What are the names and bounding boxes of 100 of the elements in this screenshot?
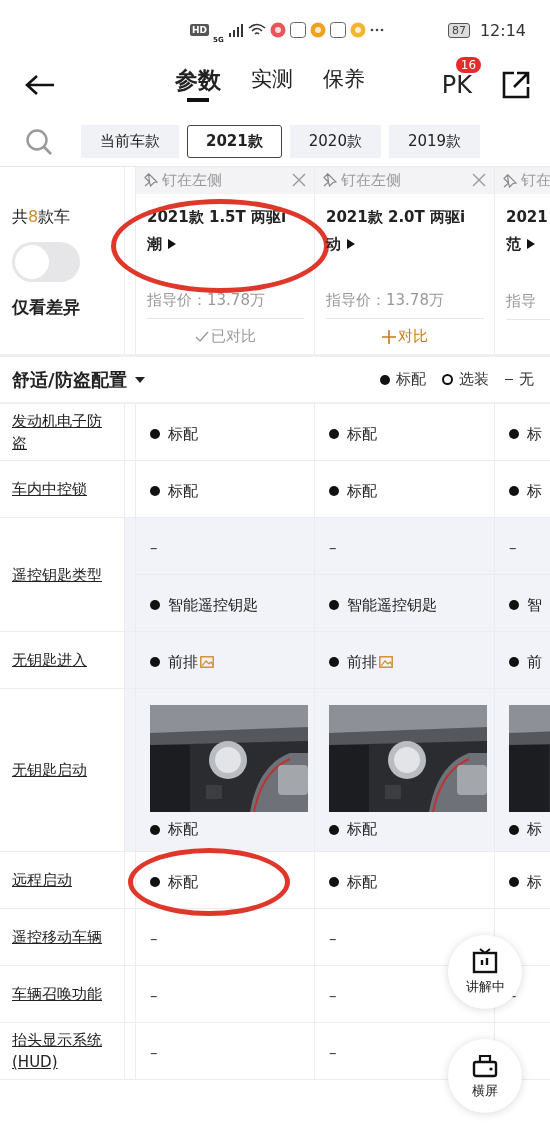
feature-link[interactable]: 发动机电子防盗 — [12, 410, 114, 454]
play-triangle-icon — [168, 238, 176, 249]
cell-text: 前 — [527, 652, 542, 672]
guide-price: 指导价：13.78万 — [147, 291, 304, 319]
guide-price: 指导 — [506, 292, 550, 320]
signal-icon — [227, 23, 244, 37]
filled-dot-icon — [509, 486, 519, 496]
filled-dot-icon — [509, 429, 519, 439]
feature-link[interactable]: 无钥匙进入 — [12, 649, 87, 671]
cell-text: 标配 — [168, 872, 198, 892]
filled-dot-icon — [380, 374, 390, 385]
cell-text: 智 — [527, 595, 542, 615]
feature-link[interactable]: 车内中控锁 — [12, 478, 87, 500]
year-tab[interactable]: 2020款 — [289, 125, 381, 158]
cell-text: 标配 — [168, 820, 198, 839]
filled-dot-icon — [509, 877, 519, 887]
cell-text: – — [329, 930, 337, 948]
cell-text: 标 — [527, 424, 542, 444]
pk-button[interactable]: PK — [441, 71, 472, 99]
year-tab[interactable]: 2019款 — [388, 125, 481, 158]
guide-price: 指导价：13.78万 — [326, 291, 484, 319]
close-icon[interactable] — [472, 173, 486, 188]
year-tab[interactable]: 当前车款 — [81, 125, 179, 158]
filled-dot-icon — [150, 877, 160, 887]
filled-dot-icon — [509, 657, 519, 667]
floating-button[interactable]: 横屏 — [448, 1039, 522, 1113]
year-tab[interactable]: 2021款 — [187, 125, 282, 158]
pin-icon — [144, 173, 158, 188]
battery-indicator: 87 — [447, 22, 470, 38]
filled-dot-icon — [329, 600, 339, 610]
pin-icon — [323, 173, 337, 188]
cell-text: – — [150, 1044, 158, 1062]
hollow-dot-icon — [442, 374, 453, 385]
tab[interactable]: 实测 — [251, 64, 293, 102]
car-count: 共8款车 — [12, 207, 72, 228]
section-title[interactable]: 舒适/防盗配置 — [12, 367, 145, 392]
search-icon[interactable] — [25, 127, 53, 156]
count-badge: 16 — [455, 57, 482, 73]
close-icon[interactable] — [292, 173, 306, 188]
cell-text: 智能遥控钥匙 — [168, 595, 258, 615]
app-icon — [349, 22, 366, 38]
filled-dot-icon — [509, 824, 519, 835]
filled-dot-icon — [329, 824, 339, 835]
cell-text: – — [329, 1044, 337, 1062]
filled-dot-icon — [150, 486, 160, 496]
cell-text: 标配 — [347, 481, 377, 501]
cell-text: 智能遥控钥匙 — [347, 595, 437, 615]
cell-text: 标配 — [347, 872, 377, 892]
cell-text: – — [509, 539, 517, 557]
filled-dot-icon — [329, 486, 339, 496]
image-icon[interactable] — [379, 656, 393, 668]
rotate-screen-icon — [472, 1052, 498, 1078]
check-icon — [195, 330, 209, 343]
hd-badge: HD — [190, 24, 209, 36]
feature-link[interactable]: 远程启动 — [12, 869, 72, 891]
cell-text: – — [150, 987, 158, 1005]
cell-text: 前排 — [168, 652, 198, 672]
filled-dot-icon — [329, 657, 339, 667]
feature-link[interactable]: 遥控钥匙类型 — [12, 563, 102, 586]
cell-text: 标配 — [168, 424, 198, 444]
filled-dot-icon — [150, 429, 160, 439]
cell-text: 标配 — [347, 820, 377, 839]
wifi-icon — [247, 23, 266, 37]
cell-text: 标 — [527, 481, 542, 501]
feature-link[interactable]: 车辆召唤功能 — [12, 983, 102, 1005]
cell-text: – — [150, 930, 158, 948]
filled-dot-icon — [150, 657, 160, 667]
back-arrow-icon[interactable] — [25, 74, 55, 96]
dash-icon — [505, 378, 513, 381]
feature-link[interactable]: 抬头显示系统(HUD) — [12, 1029, 114, 1073]
cell-text: 标 — [527, 820, 542, 839]
cell-text: 前排 — [347, 652, 377, 672]
pin-icon — [503, 173, 517, 188]
image-icon[interactable] — [200, 656, 214, 668]
app-icon — [309, 22, 326, 38]
cell-text: – — [329, 987, 337, 1005]
tv-icon — [472, 948, 498, 974]
toggle-switch[interactable] — [12, 242, 80, 282]
caret-icon — [134, 376, 145, 383]
share-icon[interactable] — [502, 71, 530, 99]
play-triangle-icon — [527, 239, 535, 249]
cell-text: 标配 — [347, 424, 377, 444]
cell-text: – — [150, 539, 158, 557]
car-title[interactable]: 2021 范 — [506, 204, 550, 274]
cell-text: 标配 — [168, 481, 198, 501]
legend-label: 标配 — [396, 370, 426, 389]
app-icon — [289, 22, 306, 38]
tab[interactable]: 保养 — [323, 64, 365, 102]
clock-time: 12:14 — [479, 20, 526, 40]
filled-dot-icon — [329, 429, 339, 439]
play-triangle-icon — [347, 238, 355, 249]
legend-label: 无 — [519, 370, 534, 389]
plus-icon — [382, 329, 396, 344]
feature-link[interactable]: 遥控移动车辆 — [12, 926, 102, 948]
filled-dot-icon — [329, 877, 339, 887]
cell-text: – — [329, 539, 337, 557]
filled-dot-icon — [150, 600, 160, 610]
feature-link[interactable]: 无钥匙启动 — [12, 759, 87, 781]
cell-text: 标 — [527, 872, 542, 892]
toggle-label: 仅看差异 — [12, 296, 81, 319]
